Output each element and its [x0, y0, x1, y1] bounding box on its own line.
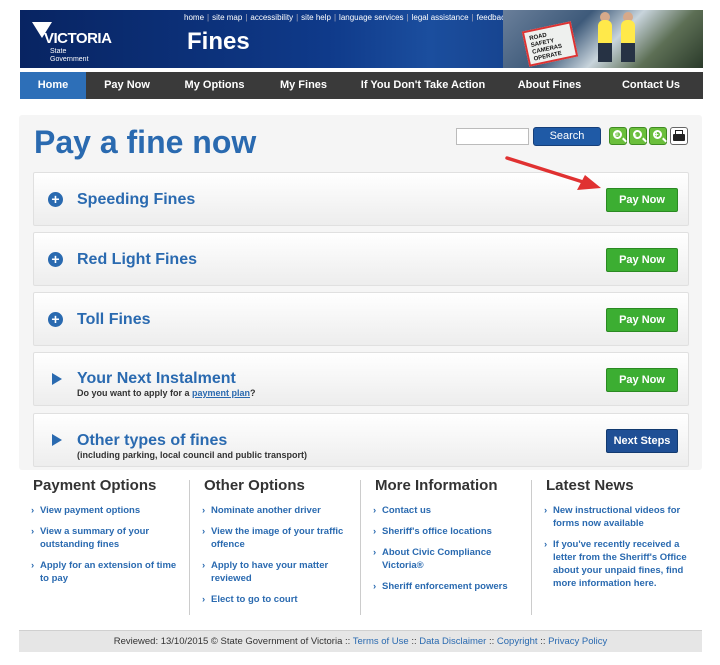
victoria-logo[interactable]: VICTORIA State Government — [28, 18, 148, 64]
toll-pay-now-button[interactable]: Pay Now — [606, 308, 678, 332]
search-button[interactable]: Search — [533, 127, 601, 146]
fine-row-other-types[interactable]: Other types of fines (including parking,… — [33, 413, 689, 467]
speeding-pay-now-button[interactable]: Pay Now — [606, 188, 678, 212]
zoom-reset-icon[interactable]: = — [609, 127, 627, 145]
utility-link-home[interactable]: home — [184, 13, 204, 22]
next-steps-button[interactable]: Next Steps — [606, 429, 678, 453]
payment-options-column: Payment Options › View payment options › V… — [19, 477, 184, 593]
payment-option-link[interactable]: › View payment options — [19, 504, 184, 517]
payment-option-link[interactable]: › View a summary of your outstanding fine… — [19, 525, 184, 551]
nav-if-you-dont-take-action[interactable]: If You Don't Take Action — [346, 72, 500, 99]
officer-figure — [598, 20, 612, 62]
fine-row-next-instalment[interactable]: Your Next Instalment Do you want to appl… — [33, 352, 689, 406]
other-option-link[interactable]: › Elect to go to court — [190, 593, 355, 606]
nav-about-fines[interactable]: About Fines — [500, 72, 599, 99]
news-link[interactable]: › If you've recently received a letter fr… — [532, 538, 697, 590]
row-title[interactable]: Red Light Fines — [77, 251, 197, 269]
column-title: Payment Options — [33, 477, 157, 494]
row-subtitle: (including parking, local council and pu… — [77, 450, 308, 460]
copyright-link[interactable]: Copyright — [497, 636, 538, 647]
nav-contact-us[interactable]: Contact Us — [599, 72, 703, 99]
footer-bar: Reviewed: 13/10/2015 © State Government … — [19, 630, 702, 652]
info-link[interactable]: › Contact us — [361, 504, 526, 517]
utility-link-legal-assistance[interactable]: legal assistance — [412, 13, 469, 22]
fine-row-red-light[interactable]: + Red Light Fines Pay Now — [33, 232, 689, 286]
privacy-policy-link[interactable]: Privacy Policy — [548, 636, 607, 647]
utility-link-site-map[interactable]: site map — [212, 13, 242, 22]
header-photo: ROAD SAFETY CAMERAS OPERATE — [503, 10, 703, 68]
search-input[interactable] — [456, 128, 529, 145]
expand-triangle-icon[interactable] — [52, 434, 62, 446]
payment-plan-link[interactable]: payment plan — [192, 388, 250, 398]
info-link[interactable]: › About Civic Compliance Victoria® — [361, 546, 526, 572]
expand-plus-icon[interactable]: + — [48, 252, 63, 267]
logo-subtitle: State Government — [50, 48, 89, 63]
news-link[interactable]: › New instructional videos for forms now … — [532, 504, 697, 530]
nav-pay-now[interactable]: Pay Now — [86, 72, 168, 99]
zoom-out-icon[interactable]: - — [629, 127, 647, 145]
utility-links: home | site map | accessibility | site help… — [184, 13, 510, 22]
row-subtitle: Do you want to apply for a payment plan? — [77, 388, 256, 398]
nav-my-fines[interactable]: My Fines — [261, 72, 346, 99]
other-option-link[interactable]: › Apply to have your matter reviewed — [190, 559, 355, 585]
row-title[interactable]: Toll Fines — [77, 311, 150, 329]
main-nav: Home Pay Now My Options My Fines If You … — [20, 72, 703, 99]
logo-name: VICTORIA — [44, 30, 112, 47]
utility-link-accessibility[interactable]: accessibility — [250, 13, 293, 22]
row-title[interactable]: Your Next Instalment — [77, 370, 236, 388]
utility-link-language-services[interactable]: language services — [339, 13, 403, 22]
expand-triangle-icon[interactable] — [52, 373, 62, 385]
annotation-arrow-icon — [505, 156, 601, 190]
payment-option-link[interactable]: › Apply for an extension of time to pay — [19, 559, 184, 585]
expand-plus-icon[interactable]: + — [48, 312, 63, 327]
more-information-column: More Information › Contact us › Sheriff's … — [361, 477, 526, 601]
road-safety-sign: ROAD SAFETY CAMERAS OPERATE — [521, 21, 579, 67]
site-header: VICTORIA State Government home | site map… — [20, 10, 703, 68]
info-link[interactable]: › Sheriff's office locations — [361, 525, 526, 538]
info-link[interactable]: › Sheriff enforcement powers — [361, 580, 526, 593]
print-icon[interactable] — [670, 127, 688, 145]
site-title: Fines — [187, 28, 250, 55]
expand-plus-icon[interactable]: + — [48, 192, 63, 207]
data-disclaimer-link[interactable]: Data Disclaimer — [419, 636, 486, 647]
column-title: Latest News — [546, 477, 634, 494]
fine-row-toll[interactable]: + Toll Fines Pay Now — [33, 292, 689, 346]
officer-figure — [621, 20, 635, 62]
row-title[interactable]: Speeding Fines — [77, 191, 195, 209]
nav-my-options[interactable]: My Options — [168, 72, 261, 99]
nav-home[interactable]: Home — [20, 72, 86, 99]
other-option-link[interactable]: › View the image of your traffic offence — [190, 525, 355, 551]
terms-of-use-link[interactable]: Terms of Use — [353, 636, 409, 647]
page-title: Pay a fine now — [34, 124, 257, 160]
footer-reviewed: Reviewed: 13/10/2015 © State Government … — [113, 636, 351, 647]
other-option-link[interactable]: › Nominate another driver — [190, 504, 355, 517]
instalment-pay-now-button[interactable]: Pay Now — [606, 368, 678, 392]
red-light-pay-now-button[interactable]: Pay Now — [606, 248, 678, 272]
zoom-in-icon[interactable]: + — [649, 127, 667, 145]
column-title: More Information — [375, 477, 498, 494]
latest-news-column: Latest News › New instructional videos fo… — [532, 477, 697, 598]
other-options-column: Other Options › Nominate another driver ›… — [190, 477, 355, 614]
column-title: Other Options — [204, 477, 305, 494]
row-title[interactable]: Other types of fines — [77, 432, 227, 450]
utility-link-site-help[interactable]: site help — [301, 13, 331, 22]
